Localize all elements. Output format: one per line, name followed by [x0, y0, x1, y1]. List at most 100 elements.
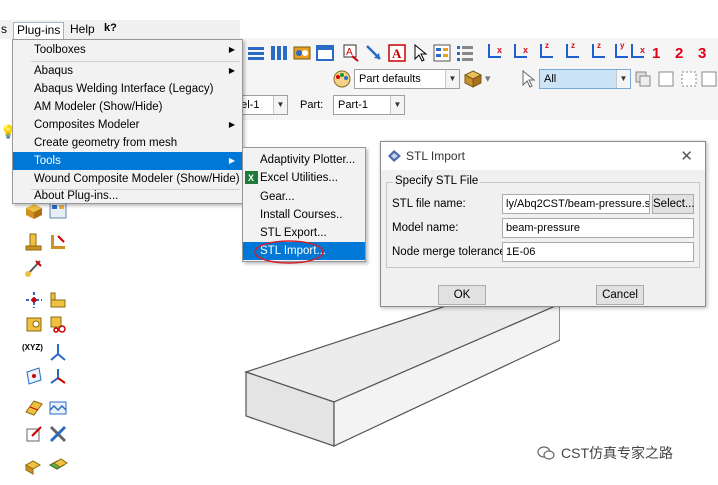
menu-help[interactable]: Help: [67, 22, 98, 39]
node-merge-tolerance-label: Node merge tolerance:: [392, 246, 509, 258]
window-icon[interactable]: [316, 44, 334, 62]
submenu-arrow-icon: ▶: [228, 156, 235, 165]
menu-item-label: Abaqus: [34, 65, 74, 77]
select-region-icon[interactable]: [680, 70, 698, 88]
menu-item-welding-interface[interactable]: Abaqus Welding Interface (Legacy): [13, 80, 242, 98]
menu-item-label: Toolboxes: [34, 44, 86, 56]
menu-item-toolboxes[interactable]: Toolboxes ▶: [13, 41, 242, 59]
view-back-icon[interactable]: x: [510, 42, 530, 62]
menu-item-label: Abaqus Welding Interface (Legacy): [34, 83, 214, 95]
group-title: Specify STL File: [393, 175, 481, 187]
datum-csys-icon[interactable]: [48, 366, 68, 386]
dialog-title: STL Import: [406, 149, 465, 163]
list-icon[interactable]: [456, 44, 474, 62]
view-columns-icon[interactable]: [270, 44, 288, 62]
menu-item-wound-composite[interactable]: Wound Composite Modeler (Show/Hide): [13, 170, 242, 188]
wire-icon[interactable]: [24, 258, 44, 278]
whats-this-help-icon[interactable]: k?: [104, 22, 117, 34]
tools-icon[interactable]: [48, 424, 68, 444]
menu-item-composites-modeler[interactable]: Composites Modeler ▶: [13, 116, 242, 134]
annotation-text-icon[interactable]: A: [388, 44, 406, 62]
menu-item-create-geometry[interactable]: Create geometry from mesh: [13, 134, 242, 152]
cube-render-icon[interactable]: [464, 70, 482, 88]
select-file-button[interactable]: Select...: [652, 194, 695, 214]
menu-item-about-plugins[interactable]: About Plug-ins...: [13, 187, 242, 205]
datum-plane-icon[interactable]: [24, 366, 44, 386]
part-defaults-select[interactable]: Part defaults ▼: [354, 69, 460, 89]
stl-file-name-input[interactable]: ly/Abq2CST/beam-pressure.stl: [502, 194, 650, 214]
part-label: Part:: [300, 99, 324, 111]
menu-item-excel-utilities[interactable]: Excel Utilities...: [243, 169, 365, 187]
view-layout-icon[interactable]: [247, 44, 265, 62]
node-merge-tolerance-input[interactable]: 1E-06: [502, 242, 694, 262]
view-2-button[interactable]: 2: [675, 45, 683, 62]
menu-item-label: Tools: [34, 155, 61, 167]
close-icon[interactable]: ✕: [680, 147, 693, 165]
create-cut-icon[interactable]: [48, 290, 68, 310]
cancel-button[interactable]: Cancel: [596, 285, 644, 305]
partition-face-icon[interactable]: [24, 398, 44, 418]
display-icon[interactable]: [293, 44, 311, 62]
cut-tool-icon[interactable]: [48, 314, 68, 334]
menu-item-label: Adaptivity Plotter...: [260, 154, 356, 166]
arrow-tool-icon[interactable]: [365, 44, 383, 62]
repair-icon[interactable]: [24, 424, 44, 444]
select-more-icon[interactable]: [700, 70, 718, 88]
menu-item-label: Gear...: [260, 191, 295, 203]
ok-button[interactable]: OK: [438, 285, 486, 305]
beam-part-3d-view: [244, 303, 560, 447]
shell-extrude-icon[interactable]: [48, 232, 68, 252]
create-hole-icon[interactable]: [24, 314, 44, 334]
part-select[interactable]: Part-1 ▼: [333, 95, 405, 115]
menu-item-label: Excel Utilities...: [260, 172, 338, 184]
chevron-down-icon: ▼: [390, 96, 404, 114]
menu-bar: s Plug-ins Help: [0, 20, 240, 39]
view-bottom-icon[interactable]: z: [562, 41, 582, 62]
palette-icon[interactable]: [333, 70, 351, 88]
model-name-input[interactable]: beam-pressure: [502, 218, 694, 238]
view-front-icon[interactable]: x: [484, 42, 504, 62]
view-1-button[interactable]: 1: [652, 45, 660, 62]
datum-point-icon[interactable]: (XYZ): [22, 343, 43, 352]
menu-item-label: Wound Composite Modeler (Show/Hide): [34, 173, 240, 185]
svg-text:A: A: [392, 46, 402, 61]
view-3-button[interactable]: 3: [698, 45, 706, 62]
dropdown-arrow-icon[interactable]: ▾: [485, 72, 491, 85]
selection-options-icon[interactable]: [634, 70, 652, 88]
select-box-icon[interactable]: [657, 70, 675, 88]
menu-item-install-courses[interactable]: Install Courses..: [243, 206, 365, 224]
text-tool-icon[interactable]: A: [342, 44, 360, 62]
menu-item-label: AM Modeler (Show/Hide): [34, 101, 163, 113]
menu-item-am-modeler[interactable]: AM Modeler (Show/Hide): [13, 98, 242, 116]
part-defaults-value: Part defaults: [359, 73, 421, 85]
model-name-label: Model name:: [392, 222, 459, 234]
query-grid-icon[interactable]: [433, 44, 451, 62]
menu-item-gear[interactable]: Gear...: [243, 188, 365, 206]
merge-parts-icon[interactable]: [24, 455, 44, 475]
datum-axis-icon[interactable]: [48, 342, 68, 362]
watermark: CST仿真专家之路: [537, 443, 673, 463]
selection-arrow-icon[interactable]: [519, 70, 537, 88]
submenu-arrow-icon: ▶: [228, 66, 235, 75]
menu-plugins[interactable]: Plug-ins: [13, 22, 65, 39]
view-left-icon[interactable]: z: [588, 41, 608, 62]
partition-edge-icon[interactable]: [48, 398, 68, 418]
selection-filter-select[interactable]: All ▼: [539, 69, 631, 89]
instance-icon[interactable]: [48, 455, 68, 475]
stl-import-dialog: STL Import ✕ Specify STL File STL file n…: [380, 141, 706, 307]
view-iso-icon[interactable]: x: [627, 42, 647, 62]
menu-item-label: About Plug-ins...: [34, 190, 119, 202]
menu-item-adaptivity-plotter[interactable]: Adaptivity Plotter...: [243, 151, 365, 169]
menu-item-tools[interactable]: Tools ▶: [13, 152, 242, 170]
menu-partial-item[interactable]: s: [0, 22, 10, 39]
create-point-icon[interactable]: [24, 290, 44, 310]
menu-item-abaqus[interactable]: Abaqus ▶: [13, 62, 242, 80]
select-cursor-icon[interactable]: [411, 44, 429, 62]
chevron-down-icon: ▼: [616, 70, 630, 88]
view-top-icon[interactable]: z: [536, 41, 556, 62]
menu-item-label: STL Export...: [260, 227, 327, 239]
submenu-arrow-icon: ▶: [228, 45, 235, 54]
extrude-solid-icon[interactable]: [24, 232, 44, 252]
part-value: Part-1: [338, 99, 368, 111]
menu-item-label: Composites Modeler: [34, 119, 140, 131]
